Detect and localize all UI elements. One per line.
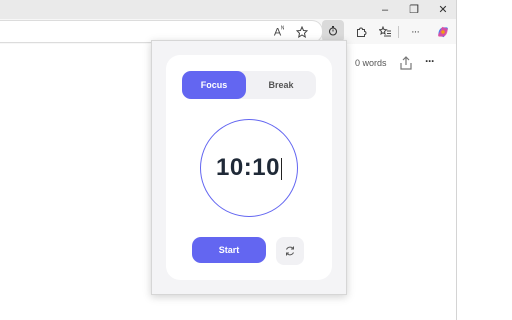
settings-more-button[interactable]: ··· — [406, 23, 424, 41]
timer-extension-icon — [328, 26, 338, 36]
minimize-icon: – — [381, 3, 389, 16]
close-window-button[interactable]: ✕ — [428, 0, 458, 19]
document-more-button[interactable]: ··· — [425, 54, 441, 70]
tab-focus[interactable]: Focus — [182, 71, 246, 99]
mode-toggle: Focus Break — [182, 71, 316, 99]
timer-card: Focus Break 10:10 Start — [166, 55, 332, 280]
reset-icon — [286, 246, 294, 256]
share-button[interactable] — [400, 56, 414, 70]
text-caret — [280, 157, 282, 180]
minimize-button[interactable]: – — [370, 0, 400, 19]
tab-break[interactable]: Break — [248, 71, 314, 99]
more-icon: ··· — [411, 26, 420, 38]
read-aloud-button[interactable]: Aᴺ — [270, 23, 288, 41]
collections-button[interactable] — [376, 23, 394, 41]
focus-timer-extension-button[interactable] — [322, 20, 344, 42]
restore-button[interactable]: ❐ — [399, 0, 429, 19]
star-icon — [296, 26, 308, 38]
copilot-icon — [438, 26, 448, 38]
more-icon: ··· — [425, 54, 435, 68]
close-icon: ✕ — [438, 4, 448, 16]
copilot-button[interactable] — [434, 23, 452, 41]
share-icon — [400, 56, 412, 70]
favorites-list-icon — [378, 26, 391, 37]
timer-dial: 10:10 — [200, 119, 298, 217]
reset-button[interactable] — [276, 237, 304, 265]
read-aloud-icon: Aᴺ — [273, 25, 285, 39]
extensions-button[interactable] — [352, 23, 370, 41]
side-panel-edge — [456, 0, 512, 320]
restore-icon: ❐ — [409, 4, 419, 16]
start-button[interactable]: Start — [192, 237, 266, 263]
favorite-star-button[interactable] — [293, 23, 311, 41]
timer-display[interactable]: 10:10 — [216, 154, 282, 182]
focus-timer-popup: Focus Break 10:10 Start — [151, 40, 347, 295]
toolbar-separator — [398, 26, 399, 38]
word-count: 0 words — [355, 58, 387, 68]
puzzle-icon — [357, 27, 367, 37]
